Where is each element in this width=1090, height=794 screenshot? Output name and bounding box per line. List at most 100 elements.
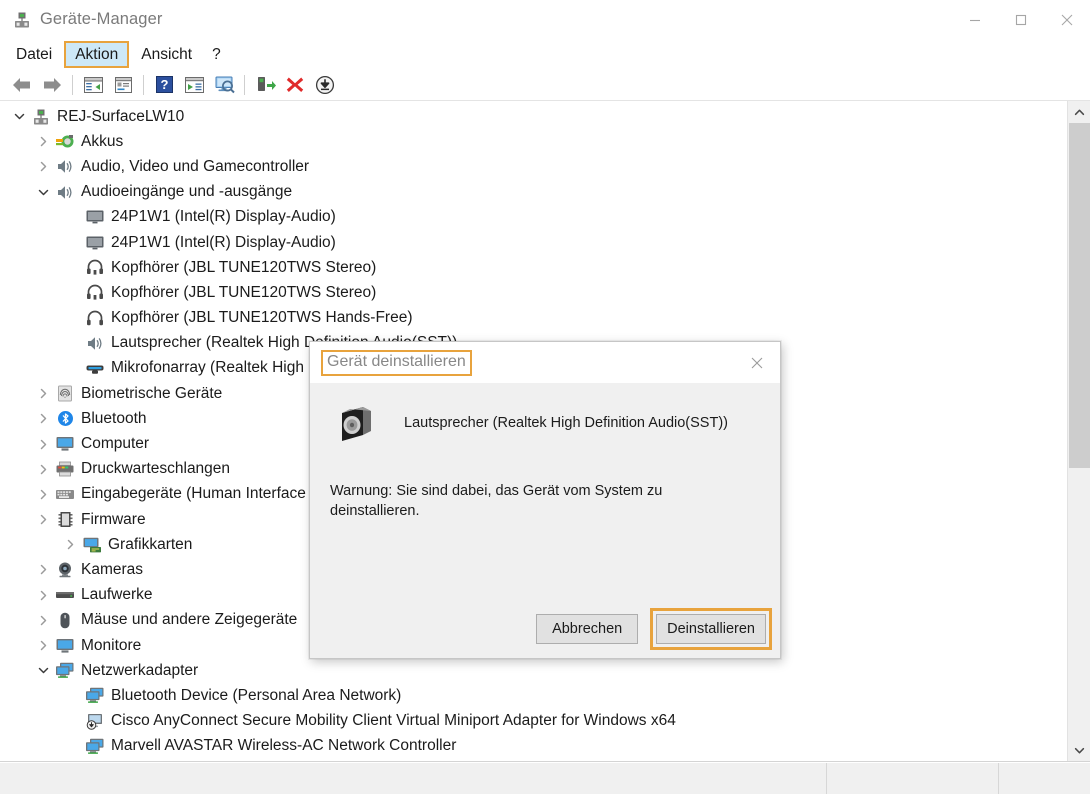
chevron-right-icon[interactable] <box>32 464 54 475</box>
speaker-icon <box>84 334 106 352</box>
bluetooth-icon <box>54 410 76 428</box>
headset-icon <box>84 259 106 277</box>
tree-row-root[interactable]: REJ-SurfaceLW10 <box>0 104 1067 129</box>
chevron-right-icon[interactable] <box>32 615 54 626</box>
tree-row-marvell-avastar[interactable]: Marvell AVASTAR Wireless-AC Network Cont… <box>0 734 1067 759</box>
chevron-right-icon[interactable] <box>32 514 54 525</box>
close-button[interactable] <box>1044 0 1090 39</box>
scrollbar-down-button[interactable] <box>1068 739 1090 761</box>
uninstall-button[interactable]: Deinstallieren <box>656 614 766 644</box>
dialog-close-button[interactable] <box>734 342 780 383</box>
tree-row-display-audio-1[interactable]: 24P1W1 (Intel(R) Display-Audio) <box>0 205 1067 230</box>
tree-row-akkus[interactable]: Akkus <box>0 129 1067 154</box>
window-controls <box>952 0 1090 39</box>
status-bar-cell-3 <box>998 763 1090 794</box>
dialog-warning-text: Warnung: Sie sind dabei, das Gerät vom S… <box>330 481 680 521</box>
tree-row-headset-1[interactable]: Kopfhörer (JBL TUNE120TWS Stereo) <box>0 255 1067 280</box>
tree-label: REJ-SurfaceLW10 <box>57 107 184 127</box>
headset-icon <box>84 284 106 302</box>
chevron-down-icon[interactable] <box>32 665 54 676</box>
show-hide-console-tree-icon[interactable] <box>78 71 108 99</box>
menu-item-ansicht[interactable]: Ansicht <box>131 42 202 67</box>
chevron-right-icon[interactable] <box>32 590 54 601</box>
uninstall-device-icon[interactable] <box>280 71 310 99</box>
status-bar-cell-2 <box>826 763 998 794</box>
tree-row-headphones[interactable]: Kopfhörer (JBL TUNE120TWS Hands-Free) <box>0 306 1067 331</box>
toolbar-separator-3 <box>244 75 245 95</box>
dialog-device-name: Lautsprecher (Realtek High Definition Au… <box>404 414 728 432</box>
dialog-button-row: Abbrechen Deinstallieren <box>536 614 766 644</box>
tree-label: Firmware <box>81 510 146 530</box>
disk-drive-icon <box>54 586 76 604</box>
scrollbar-thumb[interactable] <box>1069 123 1090 468</box>
tree-label: Computer <box>81 434 149 454</box>
chevron-right-icon[interactable] <box>32 564 54 575</box>
scan-for-hardware-changes-icon[interactable] <box>179 71 209 99</box>
printer-icon <box>54 460 76 478</box>
tree-label: Kopfhörer (JBL TUNE120TWS Stereo) <box>111 283 376 303</box>
tree-row-cisco-anyconnect[interactable]: Cisco AnyConnect Secure Mobility Client … <box>0 709 1067 734</box>
maximize-button[interactable] <box>998 0 1044 39</box>
tree-label: Grafikkarten <box>108 535 192 555</box>
toolbar: ? <box>0 69 1090 101</box>
tree-label: Kopfhörer (JBL TUNE120TWS Hands-Free) <box>111 308 413 328</box>
tree-row-netzwerkadapter[interactable]: Netzwerkadapter <box>0 658 1067 683</box>
update-driver-icon[interactable] <box>209 71 239 99</box>
tree-row-audio-video-game[interactable]: Audio, Video und Gamecontroller <box>0 154 1067 179</box>
menu-item-help[interactable]: ? <box>202 42 231 67</box>
window-title: Geräte-Manager <box>40 10 162 29</box>
tree-label: Audio, Video und Gamecontroller <box>81 157 309 177</box>
keyboard-hid-icon <box>54 485 76 503</box>
speaker-box-icon <box>336 404 382 442</box>
chevron-right-icon[interactable] <box>32 413 54 424</box>
fingerprint-icon <box>54 385 76 403</box>
dialog-title-bar: Gerät deinstallieren <box>310 342 780 383</box>
network-adapter-icon <box>54 662 76 680</box>
dialog-body: Lautsprecher (Realtek High Definition Au… <box>310 383 780 658</box>
svg-text:?: ? <box>160 77 168 92</box>
speaker-icon <box>54 183 76 201</box>
status-bar <box>0 762 1090 794</box>
minimize-button[interactable] <box>952 0 998 39</box>
monitor-audio-icon <box>84 234 106 252</box>
tree-label: 24P1W1 (Intel(R) Display-Audio) <box>111 233 336 253</box>
camera-icon <box>54 561 76 579</box>
tree-label: Kopfhörer (JBL TUNE120TWS Stereo) <box>111 258 376 278</box>
chevron-down-icon[interactable] <box>32 187 54 198</box>
tree-label: 24P1W1 (Intel(R) Display-Audio) <box>111 207 336 227</box>
help-icon[interactable]: ? <box>149 71 179 99</box>
tree-row-audio-io[interactable]: Audioeingänge und -ausgänge <box>0 180 1067 205</box>
enable-device-icon[interactable] <box>250 71 280 99</box>
tree-row-display-audio-2[interactable]: 24P1W1 (Intel(R) Display-Audio) <box>0 230 1067 255</box>
tree-row-bluetooth-pan[interactable]: Bluetooth Device (Personal Area Network) <box>0 683 1067 708</box>
forward-arrow-icon[interactable] <box>37 71 67 99</box>
menu-item-aktion[interactable]: Aktion <box>65 42 128 67</box>
download-icon[interactable] <box>310 71 340 99</box>
chevron-right-icon[interactable] <box>32 136 54 147</box>
chevron-right-icon[interactable] <box>32 161 54 172</box>
mouse-icon <box>54 611 76 629</box>
chevron-down-icon[interactable] <box>8 111 30 122</box>
chevron-right-icon[interactable] <box>32 439 54 450</box>
back-arrow-icon[interactable] <box>7 71 37 99</box>
chevron-right-icon[interactable] <box>32 489 54 500</box>
status-bar-main-cell <box>0 763 826 794</box>
chevron-right-icon[interactable] <box>32 640 54 651</box>
menu-item-datei[interactable]: Datei <box>6 42 62 67</box>
menu-bar: Datei Aktion Ansicht ? <box>0 39 1090 69</box>
computer-root-icon <box>30 108 52 126</box>
tree-label: Bluetooth Device (Personal Area Network) <box>111 686 401 706</box>
network-adapter-icon <box>84 687 106 705</box>
tree-label: Cisco AnyConnect Secure Mobility Client … <box>111 711 676 731</box>
properties-icon[interactable] <box>108 71 138 99</box>
scrollbar-up-button[interactable] <box>1068 101 1090 123</box>
chevron-right-icon[interactable] <box>59 539 81 550</box>
chevron-right-icon[interactable] <box>32 388 54 399</box>
tree-label: Biometrische Geräte <box>81 384 222 404</box>
title-bar: Geräte-Manager <box>0 0 1090 39</box>
tree-row-headset-2[interactable]: Kopfhörer (JBL TUNE120TWS Stereo) <box>0 280 1067 305</box>
monitor-icon <box>54 435 76 453</box>
tree-label: Druckwarteschlangen <box>81 459 230 479</box>
vertical-scrollbar[interactable] <box>1067 101 1090 761</box>
cancel-button[interactable]: Abbrechen <box>536 614 638 644</box>
